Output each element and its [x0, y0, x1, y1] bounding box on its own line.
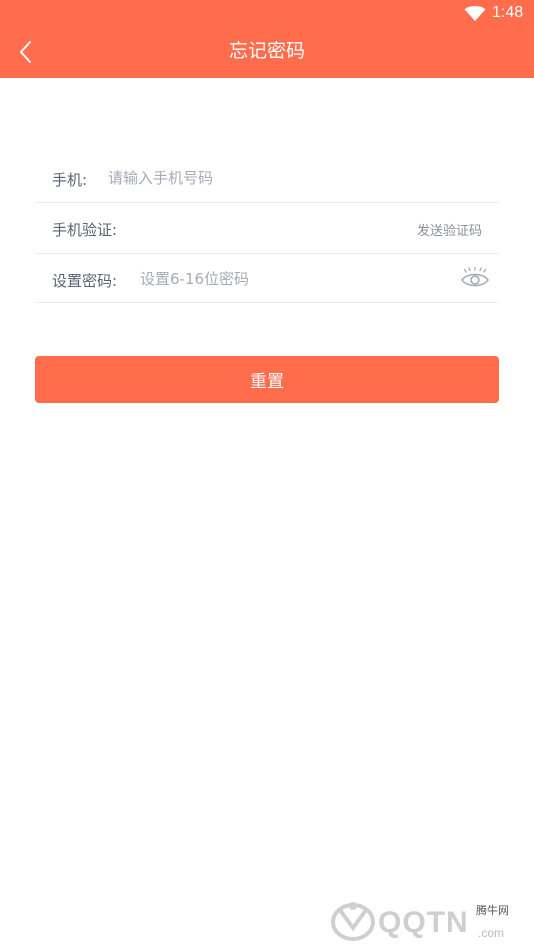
phone-label: 手机:: [52, 171, 88, 189]
status-bar: 1:48: [0, 0, 534, 28]
watermark-brand: QQTN: [378, 906, 469, 939]
watermark-domain: .com: [478, 926, 505, 940]
watermark-logo: [331, 902, 375, 941]
reset-password-form: 手机: 手机验证: 发送验证码 设置密码:: [36, 153, 498, 303]
watermark-cn: 腾牛网: [476, 904, 509, 917]
forgot-password-screen: 1:48 忘记密码 手机: 手机验证: 发送验证码 设置密码:: [0, 0, 534, 949]
reset-button[interactable]: 重置: [35, 356, 499, 403]
phone-row: 手机:: [36, 153, 498, 203]
phone-input[interactable]: [108, 167, 448, 189]
page-title: 忘记密码: [228, 40, 305, 62]
password-label: 设置密码:: [52, 272, 118, 290]
password-row: 设置密码:: [36, 254, 498, 303]
verify-code-input[interactable]: [136, 217, 396, 239]
send-code-button[interactable]: 发送验证码: [417, 220, 482, 239]
verify-label: 手机验证:: [52, 221, 118, 239]
password-input[interactable]: [140, 268, 440, 290]
app-header: 1:48 忘记密码: [0, 0, 534, 78]
eye-icon[interactable]: [460, 267, 490, 289]
status-time: 1:48: [492, 4, 524, 21]
verify-row: 手机验证: 发送验证码: [36, 203, 498, 254]
wifi-icon: [464, 6, 486, 21]
watermark: QQTN 腾牛网 .com: [330, 896, 530, 946]
